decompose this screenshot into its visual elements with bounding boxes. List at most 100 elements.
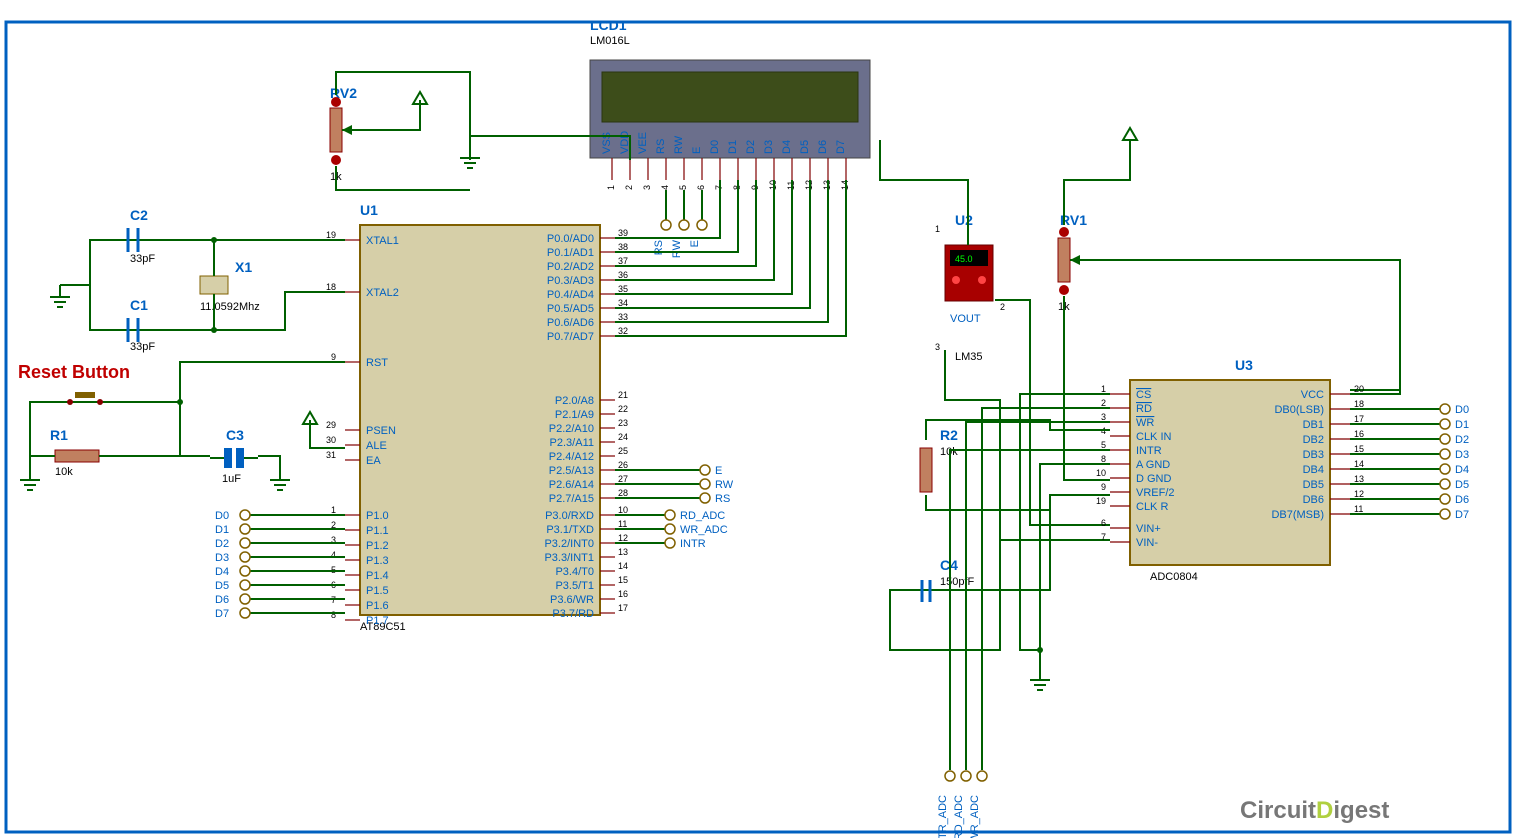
svg-text:34: 34 [618,298,628,308]
svg-text:25: 25 [618,446,628,456]
c1-ref: C1 [130,297,148,313]
svg-text:5: 5 [678,185,688,190]
terminal-E[interactable] [700,465,710,475]
svg-text:D1: D1 [215,524,229,536]
svg-text:CLK IN: CLK IN [1136,431,1172,443]
svg-text:13: 13 [1354,474,1364,484]
u2-ref: U2 [955,212,973,228]
svg-text:10: 10 [1096,468,1106,478]
component-c4: C4 150pfF [910,557,975,602]
svg-text:26: 26 [618,460,628,470]
svg-text:11: 11 [1354,504,1363,514]
svg-text:D3: D3 [215,552,229,564]
svg-text:WR: WR [1136,417,1154,429]
terminal-RS[interactable] [700,493,710,503]
svg-text:P0.0/AD0: P0.0/AD0 [547,233,594,245]
svg-text:5: 5 [1101,440,1106,450]
svg-text:P1.1: P1.1 [366,525,389,537]
svg-text:P1.0: P1.0 [366,510,389,522]
u2-reading: 45.0 [955,254,973,264]
svg-text:1: 1 [935,224,940,234]
svg-text:29: 29 [326,420,336,430]
svg-text:RST: RST [366,357,388,369]
svg-text:39: 39 [618,228,628,238]
lcd-ref: LCD1 [590,17,627,33]
svg-text:1: 1 [331,505,336,515]
svg-text:D4: D4 [781,140,793,154]
svg-text:12: 12 [618,533,628,543]
svg-text:D4: D4 [1455,464,1469,476]
svg-text:D4: D4 [215,566,229,578]
svg-text:DB4: DB4 [1303,464,1324,476]
svg-text:DB6: DB6 [1303,494,1324,506]
terminal-D4[interactable] [240,566,250,576]
component-reset-button[interactable] [60,392,110,405]
u3-terminal-D3[interactable] [1440,449,1450,459]
svg-text:36: 36 [618,270,628,280]
terminal-D3[interactable] [240,552,250,562]
svg-text:4: 4 [331,550,336,560]
svg-text:DB0(LSB): DB0(LSB) [1274,404,1324,416]
terminal-WR_ADC[interactable] [665,524,675,534]
svg-text:ALE: ALE [366,440,387,452]
terminal-RW[interactable] [700,479,710,489]
svg-text:EA: EA [366,455,381,467]
svg-text:D0: D0 [215,510,229,522]
svg-text:8: 8 [331,610,336,620]
terminal-D5[interactable] [240,580,250,590]
svg-text:D6: D6 [817,140,829,154]
terminal-D0[interactable] [240,510,250,520]
svg-text:P3.2/INT0: P3.2/INT0 [544,538,594,550]
c1-val: 33pF [130,341,155,353]
c4-val: 150pfF [940,576,975,588]
svg-text:D GND: D GND [1136,473,1172,485]
u3-terminal-D7[interactable] [1440,509,1450,519]
svg-text:E: E [715,465,722,477]
svg-text:INTR: INTR [1136,445,1162,457]
svg-text:P2.5/A13: P2.5/A13 [549,465,594,477]
u3-terminal-D2[interactable] [1440,434,1450,444]
terminal-RD_ADC[interactable] [961,771,971,781]
terminal-INTR_ADC[interactable] [945,771,955,781]
terminal-INTR[interactable] [665,538,675,548]
svg-text:WR_ADC: WR_ADC [680,524,728,536]
terminal-top-RW[interactable] [679,220,689,230]
svg-text:DB7(MSB): DB7(MSB) [1271,509,1324,521]
svg-text:RD_ADC: RD_ADC [953,795,965,838]
svg-text:D7: D7 [1455,509,1469,521]
u3-terminal-D4[interactable] [1440,464,1450,474]
terminal-D2[interactable] [240,538,250,548]
terminal-D6[interactable] [240,594,250,604]
svg-text:DB1: DB1 [1303,419,1324,431]
u3-terminal-D6[interactable] [1440,494,1450,504]
svg-text:D2: D2 [215,538,229,550]
component-rv2: RV2 1k [330,85,360,183]
svg-text:3: 3 [935,342,940,352]
svg-text:P2.0/A8: P2.0/A8 [555,395,594,407]
u3-terminal-D0[interactable] [1440,404,1450,414]
svg-text:13: 13 [618,547,628,557]
svg-text:VIN-: VIN- [1136,537,1158,549]
terminal-WR_ADC[interactable] [977,771,987,781]
svg-text:P0.2/AD2: P0.2/AD2 [547,261,594,273]
terminal-D1[interactable] [240,524,250,534]
c2-ref: C2 [130,207,148,223]
svg-text:14: 14 [618,561,628,571]
svg-text:15: 15 [1354,444,1364,454]
terminal-top-RS[interactable] [661,220,671,230]
u3-terminal-D1[interactable] [1440,419,1450,429]
component-lcd1: LCD1 LM016L VSS1VDD2VEE3RS4RW5E6D07D18D2… [590,17,870,190]
terminal-D7[interactable] [240,608,250,618]
u3-part: ADC0804 [1150,571,1198,583]
c3-val: 1uF [222,473,241,485]
svg-text:P0.1/AD1: P0.1/AD1 [547,247,594,259]
svg-text:P1.2: P1.2 [366,540,389,552]
u3-terminal-D5[interactable] [1440,479,1450,489]
svg-text:P2.3/A11: P2.3/A11 [550,437,594,449]
svg-text:D2: D2 [1455,434,1469,446]
svg-text:D2: D2 [745,140,757,154]
terminal-top-E[interactable] [697,220,707,230]
svg-text:9: 9 [331,352,336,362]
terminal-RD_ADC[interactable] [665,510,675,520]
svg-text:17: 17 [1354,414,1364,424]
